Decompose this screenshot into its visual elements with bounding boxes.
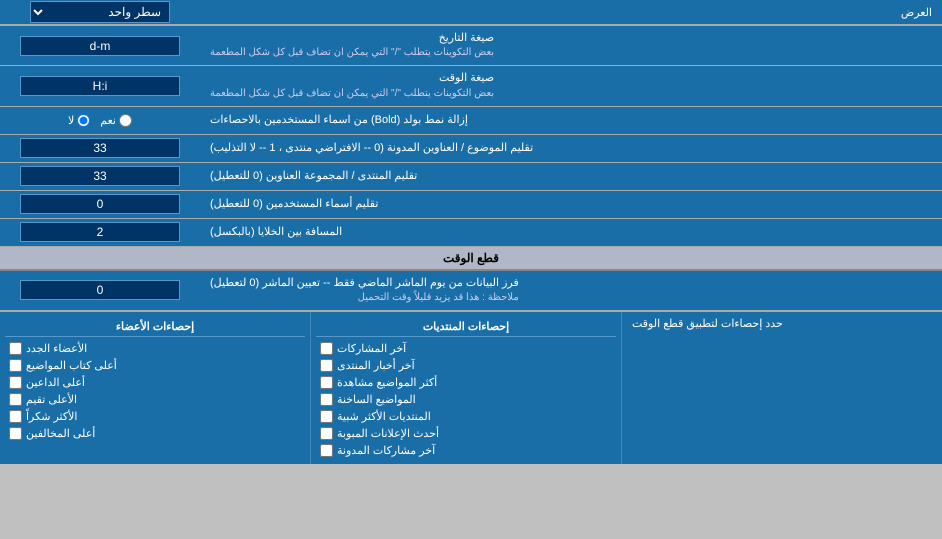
main-container: العرض سطر واحد سطرين ثلاثة أسطر صيغة الت… bbox=[0, 0, 942, 464]
username-trim-label: تقليم أسماء المستخدمين (0 للتعطيل) bbox=[200, 191, 942, 218]
display-select[interactable]: سطر واحد سطرين ثلاثة أسطر bbox=[30, 1, 170, 23]
forum-trim-input-container bbox=[0, 163, 200, 190]
stats-posts-check-3[interactable] bbox=[320, 393, 333, 406]
stats-posts-item-4: المنتديات الأكثر شبية bbox=[316, 408, 616, 425]
topic-trim-label: تقليم الموضوع / العناوين المدونة (0 -- ا… bbox=[200, 135, 942, 162]
stats-members-check-3[interactable] bbox=[9, 393, 22, 406]
radio-no[interactable] bbox=[77, 114, 90, 127]
stats-members-check-5[interactable] bbox=[9, 427, 22, 440]
stats-members-item-2: أعلى الداعين bbox=[5, 374, 305, 391]
date-format-label: صيغة التاريخ بعض التكوينات يتطلب "/" الت… bbox=[200, 26, 942, 65]
bold-remove-radio-container: نعم لا bbox=[0, 107, 200, 134]
username-trim-input[interactable] bbox=[20, 194, 180, 214]
stats-posts-item-6: آخر مشاركات المدونة bbox=[316, 442, 616, 459]
stats-members-check-4[interactable] bbox=[9, 410, 22, 423]
stats-members-item-3: الأعلى تقيم bbox=[5, 391, 305, 408]
radio-no-label[interactable]: لا bbox=[68, 114, 90, 127]
cell-gap-input[interactable] bbox=[20, 222, 180, 242]
stats-posts-item-0: آخر المشاركات bbox=[316, 340, 616, 357]
header-label: العرض bbox=[200, 2, 942, 23]
cell-gap-row: المسافة بين الخلايا (بالبكسل) bbox=[0, 219, 942, 247]
radio-yes[interactable] bbox=[119, 114, 132, 127]
time-format-input-container bbox=[0, 66, 200, 105]
stats-members-check-0[interactable] bbox=[9, 342, 22, 355]
stats-posts-check-0[interactable] bbox=[320, 342, 333, 355]
topic-trim-input[interactable] bbox=[20, 138, 180, 158]
username-trim-input-container bbox=[0, 191, 200, 218]
username-trim-row: تقليم أسماء المستخدمين (0 للتعطيل) bbox=[0, 191, 942, 219]
stats-posts-item-1: آخر أخبار المنتدى bbox=[316, 357, 616, 374]
stats-posts-check-2[interactable] bbox=[320, 376, 333, 389]
stats-posts-panel: إحصاءات المنتديات آخر المشاركات آخر أخبا… bbox=[310, 312, 621, 464]
stats-members-panel: إحصاءات الأعضاء الأعضاء الجدد أعلى كتاب … bbox=[0, 312, 310, 464]
bold-remove-row: إزالة نمط بولد (Bold) من اسماء المستخدمي… bbox=[0, 107, 942, 135]
cell-gap-input-container bbox=[0, 219, 200, 246]
stats-members-item-0: الأعضاء الجدد bbox=[5, 340, 305, 357]
cutoff-row: فرز البيانات من يوم الماشر الماضي فقط --… bbox=[0, 271, 942, 311]
stats-members-item-4: الأكثر شكراً bbox=[5, 408, 305, 425]
topic-trim-input-container bbox=[0, 135, 200, 162]
date-format-input[interactable] bbox=[20, 36, 180, 56]
stats-members-title: إحصاءات الأعضاء bbox=[5, 317, 305, 337]
header-select-container: سطر واحد سطرين ثلاثة أسطر bbox=[0, 1, 200, 23]
bold-remove-label: إزالة نمط بولد (Bold) من اسماء المستخدمي… bbox=[200, 107, 942, 134]
forum-trim-row: تقليم المنتدى / المجموعة العناوين (0 للت… bbox=[0, 163, 942, 191]
forum-trim-input[interactable] bbox=[20, 166, 180, 186]
stats-members-item-5: أعلى المخالفين bbox=[5, 425, 305, 442]
cutoff-label: فرز البيانات من يوم الماشر الماضي فقط --… bbox=[200, 271, 942, 310]
section-cutoff-header: قطع الوقت bbox=[0, 247, 942, 271]
header-row: العرض سطر واحد سطرين ثلاثة أسطر bbox=[0, 0, 942, 26]
date-format-row: صيغة التاريخ بعض التكوينات يتطلب "/" الت… bbox=[0, 26, 942, 66]
stats-posts-check-4[interactable] bbox=[320, 410, 333, 423]
stats-posts-check-5[interactable] bbox=[320, 427, 333, 440]
forum-trim-label: تقليم المنتدى / المجموعة العناوين (0 للت… bbox=[200, 163, 942, 190]
stats-posts-check-6[interactable] bbox=[320, 444, 333, 457]
stats-posts-check-1[interactable] bbox=[320, 359, 333, 372]
stats-posts-title: إحصاءات المنتديات bbox=[316, 317, 616, 337]
stats-posts-item-5: أحدث الإعلانات المبوبة bbox=[316, 425, 616, 442]
stats-container: حدد إحصاءات لتطبيق قطع الوقت إحصاءات الم… bbox=[0, 311, 942, 464]
cutoff-input[interactable] bbox=[20, 280, 180, 300]
radio-yes-label[interactable]: نعم bbox=[100, 114, 132, 127]
topic-trim-row: تقليم الموضوع / العناوين المدونة (0 -- ا… bbox=[0, 135, 942, 163]
cutoff-input-container bbox=[0, 271, 200, 310]
stats-posts-item-3: المواضيع الساخنة bbox=[316, 391, 616, 408]
stats-limit-label: حدد إحصاءات لتطبيق قطع الوقت bbox=[621, 312, 942, 464]
date-format-input-container bbox=[0, 26, 200, 65]
stats-posts-item-2: أكثر المواضيع مشاهدة bbox=[316, 374, 616, 391]
time-format-row: صيغة الوقت بعض التكوينات يتطلب "/" التي … bbox=[0, 66, 942, 106]
time-format-input[interactable] bbox=[20, 76, 180, 96]
stats-members-item-1: أعلى كتاب المواضيع bbox=[5, 357, 305, 374]
stats-members-check-1[interactable] bbox=[9, 359, 22, 372]
cell-gap-label: المسافة بين الخلايا (بالبكسل) bbox=[200, 219, 942, 246]
time-format-label: صيغة الوقت بعض التكوينات يتطلب "/" التي … bbox=[200, 66, 942, 105]
stats-members-check-2[interactable] bbox=[9, 376, 22, 389]
